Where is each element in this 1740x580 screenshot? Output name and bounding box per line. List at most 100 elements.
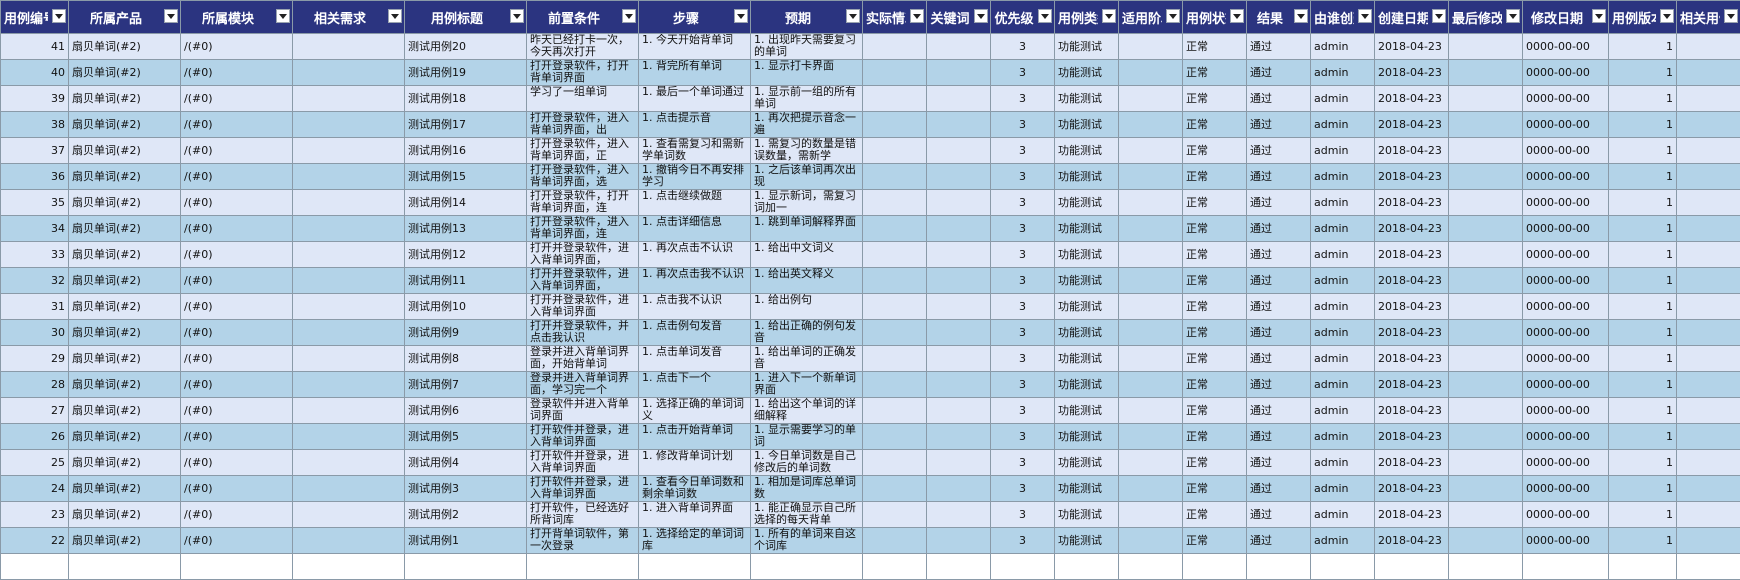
cell-title[interactable]: 测试用例2 bbox=[405, 502, 527, 528]
cell-created-by[interactable]: admin bbox=[1311, 60, 1375, 86]
cell-steps[interactable]: 1. 进入背单词界面 bbox=[639, 502, 751, 528]
cell-story[interactable] bbox=[293, 268, 405, 294]
cell-case-version[interactable]: 1 bbox=[1609, 216, 1677, 242]
cell-result[interactable]: 通过 bbox=[1247, 320, 1311, 346]
cell-expected[interactable]: 1. 显示打卡界面 bbox=[751, 60, 863, 86]
cell-case-id[interactable]: 39 bbox=[1, 86, 69, 112]
cell-case-version[interactable]: 1 bbox=[1609, 372, 1677, 398]
cell-case-type[interactable]: 功能测试 bbox=[1055, 34, 1119, 60]
cell-edited-date[interactable]: 0000-00-00 bbox=[1523, 528, 1609, 554]
cell-module[interactable]: /(#0) bbox=[181, 372, 293, 398]
cell-steps[interactable]: 1. 点击下一个 bbox=[639, 372, 751, 398]
cell-title[interactable]: 测试用例8 bbox=[405, 346, 527, 372]
cell-case-id[interactable]: 23 bbox=[1, 502, 69, 528]
cell-created-by[interactable]: admin bbox=[1311, 450, 1375, 476]
cell-created-by[interactable]: admin bbox=[1311, 346, 1375, 372]
cell-expected[interactable]: 1. 再次把提示音念一遍 bbox=[751, 112, 863, 138]
empty-cell[interactable] bbox=[1055, 554, 1119, 580]
col-header-steps[interactable]: 步骤 bbox=[639, 1, 751, 34]
empty-cell[interactable] bbox=[1311, 554, 1375, 580]
cell-actual[interactable] bbox=[863, 138, 927, 164]
cell-keywords[interactable] bbox=[927, 242, 991, 268]
col-header-actual[interactable]: 实际情况 bbox=[863, 1, 927, 34]
cell-case-version[interactable]: 1 bbox=[1609, 424, 1677, 450]
cell-case-status[interactable]: 正常 bbox=[1183, 294, 1247, 320]
cell-actual[interactable] bbox=[863, 346, 927, 372]
cell-actual[interactable] bbox=[863, 502, 927, 528]
cell-expected[interactable]: 1. 进入下一个新单词界面 bbox=[751, 372, 863, 398]
empty-cell[interactable] bbox=[527, 554, 639, 580]
filter-dropdown-icon[interactable] bbox=[1230, 9, 1244, 23]
cell-case-type[interactable]: 功能测试 bbox=[1055, 216, 1119, 242]
cell-expected[interactable]: 1. 跳到单词解释界面 bbox=[751, 216, 863, 242]
cell-result[interactable]: 通过 bbox=[1247, 476, 1311, 502]
cell-stage[interactable] bbox=[1119, 372, 1183, 398]
cell-expected[interactable]: 1. 能正确显示自己所选择的每天背单 bbox=[751, 502, 863, 528]
cell-product[interactable]: 扇贝单词(#2) bbox=[69, 476, 181, 502]
cell-case-status[interactable]: 正常 bbox=[1183, 268, 1247, 294]
col-header-title[interactable]: 用例标题 bbox=[405, 1, 527, 34]
col-header-result[interactable]: 结果 bbox=[1247, 1, 1311, 34]
cell-story[interactable] bbox=[293, 86, 405, 112]
cell-module[interactable]: /(#0) bbox=[181, 34, 293, 60]
cell-linked-cases[interactable] bbox=[1677, 60, 1740, 86]
cell-edited-date[interactable]: 0000-00-00 bbox=[1523, 138, 1609, 164]
cell-product[interactable]: 扇贝单词(#2) bbox=[69, 294, 181, 320]
cell-created-by[interactable]: admin bbox=[1311, 476, 1375, 502]
cell-stage[interactable] bbox=[1119, 294, 1183, 320]
cell-expected[interactable]: 1. 之后该单词再次出现 bbox=[751, 164, 863, 190]
col-header-product[interactable]: 所属产品 bbox=[69, 1, 181, 34]
cell-steps[interactable]: 1. 选择正确的单词词义 bbox=[639, 398, 751, 424]
table-row[interactable]: 31扇贝单词(#2)/(#0)测试用例10打开并登录软件，进入背单词界面1. 点… bbox=[1, 294, 1740, 320]
cell-case-version[interactable]: 1 bbox=[1609, 346, 1677, 372]
cell-expected[interactable]: 1. 给出英文释义 bbox=[751, 268, 863, 294]
cell-product[interactable]: 扇贝单词(#2) bbox=[69, 398, 181, 424]
cell-case-version[interactable]: 1 bbox=[1609, 502, 1677, 528]
cell-created-by[interactable]: admin bbox=[1311, 502, 1375, 528]
cell-keywords[interactable] bbox=[927, 34, 991, 60]
col-header-created-by[interactable]: 由谁创建 bbox=[1311, 1, 1375, 34]
filter-dropdown-icon[interactable] bbox=[1358, 9, 1372, 23]
cell-precondition[interactable]: 打开并登录软件，进入背单词界面， bbox=[527, 242, 639, 268]
col-header-case-id[interactable]: 用例编号 bbox=[1, 1, 69, 34]
cell-steps[interactable]: 1. 点击详细信息 bbox=[639, 216, 751, 242]
cell-created-date[interactable]: 2018-04-23 bbox=[1375, 138, 1449, 164]
cell-keywords[interactable] bbox=[927, 294, 991, 320]
cell-created-date[interactable]: 2018-04-23 bbox=[1375, 346, 1449, 372]
cell-stage[interactable] bbox=[1119, 528, 1183, 554]
cell-case-status[interactable]: 正常 bbox=[1183, 164, 1247, 190]
cell-stage[interactable] bbox=[1119, 450, 1183, 476]
cell-result[interactable]: 通过 bbox=[1247, 424, 1311, 450]
cell-stage[interactable] bbox=[1119, 320, 1183, 346]
cell-priority[interactable]: 3 bbox=[991, 346, 1055, 372]
empty-cell[interactable] bbox=[1119, 554, 1183, 580]
cell-case-type[interactable]: 功能测试 bbox=[1055, 164, 1119, 190]
cell-case-version[interactable]: 1 bbox=[1609, 294, 1677, 320]
cell-case-version[interactable]: 1 bbox=[1609, 34, 1677, 60]
table-row[interactable]: 28扇贝单词(#2)/(#0)测试用例7登录并进入背单词界面，学习完一个1. 点… bbox=[1, 372, 1740, 398]
cell-actual[interactable] bbox=[863, 450, 927, 476]
filter-dropdown-icon[interactable] bbox=[276, 9, 290, 23]
cell-case-id[interactable]: 31 bbox=[1, 294, 69, 320]
cell-case-id[interactable]: 41 bbox=[1, 34, 69, 60]
cell-title[interactable]: 测试用例13 bbox=[405, 216, 527, 242]
cell-case-type[interactable]: 功能测试 bbox=[1055, 424, 1119, 450]
cell-case-status[interactable]: 正常 bbox=[1183, 398, 1247, 424]
cell-last-editor[interactable] bbox=[1449, 190, 1523, 216]
col-header-precondition[interactable]: 前置条件 bbox=[527, 1, 639, 34]
filter-dropdown-icon[interactable] bbox=[846, 9, 860, 23]
cell-priority[interactable]: 3 bbox=[991, 398, 1055, 424]
cell-created-by[interactable]: admin bbox=[1311, 138, 1375, 164]
cell-stage[interactable] bbox=[1119, 242, 1183, 268]
cell-case-version[interactable]: 1 bbox=[1609, 528, 1677, 554]
table-row[interactable]: 34扇贝单词(#2)/(#0)测试用例13打开登录软件，进入背单词界面，连1. … bbox=[1, 216, 1740, 242]
cell-module[interactable]: /(#0) bbox=[181, 424, 293, 450]
cell-case-version[interactable]: 1 bbox=[1609, 476, 1677, 502]
cell-last-editor[interactable] bbox=[1449, 34, 1523, 60]
table-row[interactable]: 41扇贝单词(#2)/(#0)测试用例20昨天已经打卡一次，今天再次打开1. 今… bbox=[1, 34, 1740, 60]
cell-stage[interactable] bbox=[1119, 398, 1183, 424]
cell-precondition[interactable]: 打开背单词软件，第一次登录 bbox=[527, 528, 639, 554]
cell-case-type[interactable]: 功能测试 bbox=[1055, 190, 1119, 216]
cell-title[interactable]: 测试用例12 bbox=[405, 242, 527, 268]
cell-precondition[interactable]: 打开并登录软件，进入背单词界面， bbox=[527, 268, 639, 294]
